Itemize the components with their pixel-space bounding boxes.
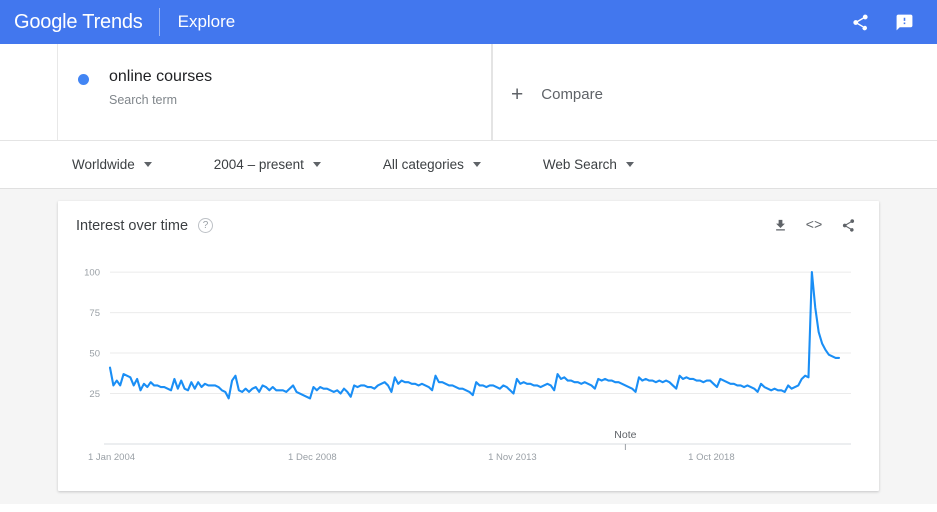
appbar-divider <box>159 8 160 36</box>
brand-logo[interactable]: Google Trends <box>14 11 159 34</box>
query-row: online courses Search term + Compare <box>0 44 937 141</box>
interest-over-time-card: Interest over time ? <> 100 75 50 25 1 Jan 2… <box>58 201 879 491</box>
compare-button[interactable]: + Compare <box>492 44 937 140</box>
y-axis-tick: 100 <box>84 268 100 279</box>
chart-note-label[interactable]: Note <box>614 429 636 441</box>
search-term-label: online courses <box>109 66 212 88</box>
brand-trends-text: Trends <box>82 11 142 34</box>
filter-location[interactable]: Worldwide <box>72 157 152 172</box>
compare-label: Compare <box>541 86 603 103</box>
y-axis-tick: 50 <box>89 349 100 360</box>
chart-area[interactable]: 100 75 50 25 1 Jan 2004 1 Dec 2008 1 Nov 2013 1… <box>58 250 879 480</box>
filter-bar: Worldwide 2004 – present All categories … <box>0 141 937 189</box>
plus-icon: + <box>511 86 523 104</box>
embed-icon[interactable]: <> <box>801 213 827 239</box>
feedback-icon[interactable] <box>887 5 921 39</box>
chevron-down-icon <box>473 162 481 167</box>
help-icon[interactable]: ? <box>198 218 213 233</box>
y-axis-tick: 25 <box>89 389 100 400</box>
page-body: Interest over time ? <> 100 75 50 25 1 Jan 2… <box>0 189 937 504</box>
x-axis-tick: 1 Dec 2008 <box>288 452 337 463</box>
filter-search-type[interactable]: Web Search <box>543 157 634 172</box>
y-axis-tick: 75 <box>89 308 100 319</box>
app-bar: Google Trends Explore <box>0 0 937 44</box>
card-header: Interest over time ? <> <box>58 201 879 250</box>
x-axis-tick: 1 Jan 2004 <box>88 452 135 463</box>
page-title: Interest over time <box>76 218 188 234</box>
brand-google-text: Google <box>14 11 77 34</box>
filter-time-range[interactable]: 2004 – present <box>214 157 321 172</box>
chevron-down-icon <box>626 162 634 167</box>
filter-category[interactable]: All categories <box>383 157 481 172</box>
download-icon[interactable] <box>767 213 793 239</box>
filter-category-label: All categories <box>383 157 464 172</box>
share-icon[interactable] <box>843 5 877 39</box>
chevron-down-icon <box>313 162 321 167</box>
series-color-dot <box>78 74 89 85</box>
x-axis-tick: 1 Nov 2013 <box>488 452 537 463</box>
x-axis-tick: 1 Oct 2018 <box>688 452 734 463</box>
chevron-down-icon <box>144 162 152 167</box>
filter-search-type-label: Web Search <box>543 157 617 172</box>
series-line-online-courses[interactable] <box>110 272 839 398</box>
search-term-type: Search term <box>109 93 212 107</box>
filter-location-label: Worldwide <box>72 157 135 172</box>
interest-over-time-chart[interactable]: 100 75 50 25 1 Jan 2004 1 Dec 2008 1 Nov 2013 1… <box>58 250 879 480</box>
nav-explore[interactable]: Explore <box>162 0 252 44</box>
share-icon[interactable] <box>835 213 861 239</box>
filter-time-range-label: 2004 – present <box>214 157 304 172</box>
search-term-card[interactable]: online courses Search term <box>57 44 492 140</box>
